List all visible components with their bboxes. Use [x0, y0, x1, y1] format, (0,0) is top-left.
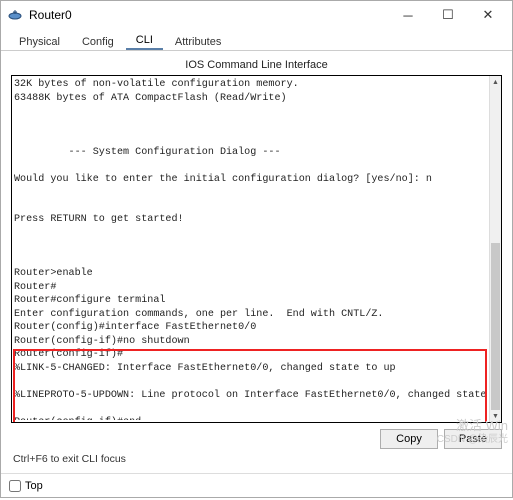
close-button[interactable]: ✕ — [468, 3, 508, 27]
scroll-down-icon[interactable]: ▼ — [490, 410, 501, 422]
tab-bar: Physical Config CLI Attributes — [1, 29, 512, 51]
terminal-container: 32K bytes of non-volatile configuration … — [11, 75, 502, 423]
scroll-thumb[interactable] — [491, 243, 500, 410]
app-window: Router0 ─ ☐ ✕ Physical Config CLI Attrib… — [0, 0, 513, 498]
scroll-track[interactable] — [490, 88, 501, 410]
top-checkbox[interactable] — [9, 480, 21, 492]
footer: Top — [1, 473, 512, 497]
tab-attributes[interactable]: Attributes — [165, 33, 231, 50]
titlebar[interactable]: Router0 ─ ☐ ✕ — [1, 1, 512, 29]
tab-cli[interactable]: CLI — [126, 31, 163, 50]
cli-caption: IOS Command Line Interface — [11, 57, 502, 75]
maximize-button[interactable]: ☐ — [428, 3, 468, 27]
scroll-up-icon[interactable]: ▲ — [490, 76, 501, 88]
top-label[interactable]: Top — [25, 480, 43, 492]
paste-button[interactable]: Paste — [444, 429, 502, 449]
cli-terminal[interactable]: 32K bytes of non-volatile configuration … — [14, 78, 489, 420]
tab-config[interactable]: Config — [72, 33, 124, 50]
button-row: Copy Paste — [11, 423, 502, 453]
copy-button[interactable]: Copy — [380, 429, 438, 449]
tab-physical[interactable]: Physical — [9, 33, 70, 50]
window-title: Router0 — [29, 8, 72, 22]
minimize-button[interactable]: ─ — [388, 3, 428, 27]
tab-body: IOS Command Line Interface 32K bytes of … — [1, 51, 512, 473]
scrollbar[interactable]: ▲ ▼ — [489, 76, 501, 422]
focus-hint: Ctrl+F6 to exit CLI focus — [11, 453, 502, 469]
router-icon — [7, 7, 23, 23]
